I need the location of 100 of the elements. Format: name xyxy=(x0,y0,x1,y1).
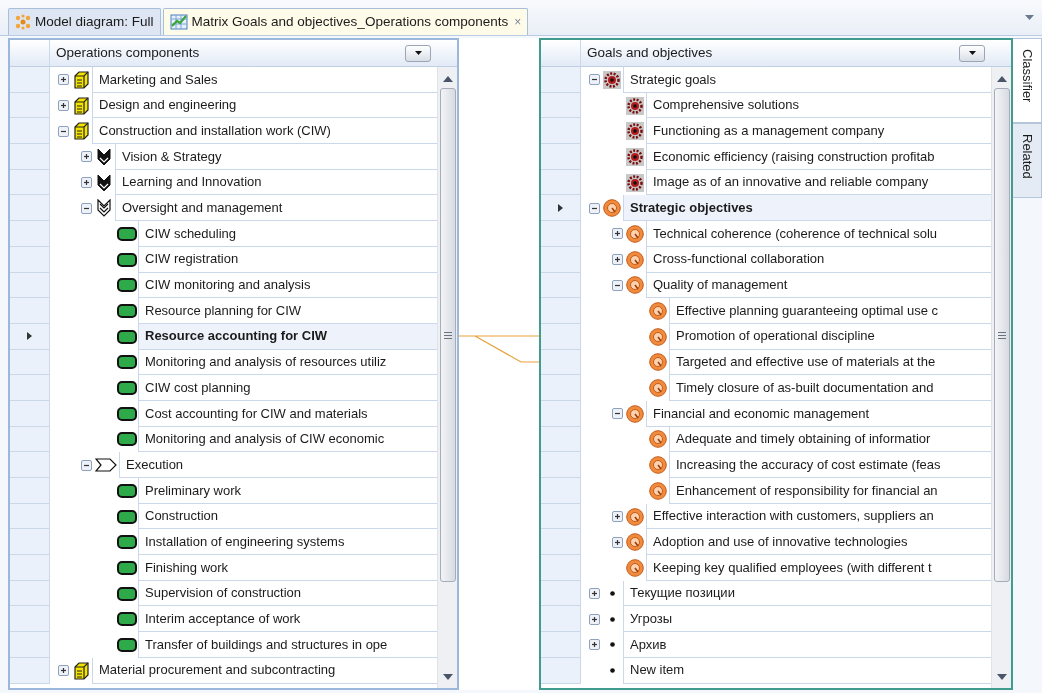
scroll-down-icon[interactable] xyxy=(996,674,1007,680)
row-header[interactable] xyxy=(10,221,50,247)
collapse-icon[interactable] xyxy=(80,202,92,214)
dropdown-button[interactable] xyxy=(959,44,985,62)
row-header[interactable] xyxy=(541,529,581,556)
row-header[interactable] xyxy=(541,400,581,427)
row-header[interactable] xyxy=(10,349,50,376)
tree-item[interactable]: CIW cost planning xyxy=(138,375,437,401)
row-header[interactable] xyxy=(541,555,581,581)
expand-icon[interactable] xyxy=(588,639,600,651)
collapse-icon[interactable] xyxy=(611,408,623,420)
tree-item[interactable]: CIW scheduling xyxy=(138,221,437,247)
row-header[interactable] xyxy=(541,657,581,684)
collapse-icon[interactable] xyxy=(588,74,600,86)
tree-item[interactable]: CIW registration xyxy=(138,246,437,273)
tree-item[interactable]: Interim acceptance of work xyxy=(138,606,437,633)
document-tab[interactable]: Model diagram: Full xyxy=(8,8,161,35)
tree-item[interactable]: Strategic objectives xyxy=(623,195,991,222)
row-header[interactable] xyxy=(541,67,581,93)
expand-icon[interactable] xyxy=(57,100,69,112)
row-header[interactable] xyxy=(10,195,50,222)
close-tab-button[interactable]: × xyxy=(514,13,522,31)
tree-item[interactable]: Design and engineering xyxy=(92,92,437,119)
row-header[interactable] xyxy=(10,298,50,324)
row-header[interactable] xyxy=(10,67,50,93)
tree-item[interactable]: Marketing and Sales xyxy=(92,67,437,93)
row-header[interactable] xyxy=(10,272,50,299)
expand-icon[interactable] xyxy=(611,254,623,266)
expand-icon[interactable] xyxy=(57,74,69,86)
row-header[interactable] xyxy=(541,632,581,658)
row-header[interactable] xyxy=(541,221,581,247)
row-header[interactable] xyxy=(10,400,50,427)
collapse-icon[interactable] xyxy=(611,279,623,291)
tree-item[interactable]: Resource accounting for CIW xyxy=(138,323,437,350)
tree-item[interactable]: Strategic goals xyxy=(623,67,991,93)
scroll-thumb[interactable] xyxy=(439,88,456,582)
tree-item[interactable]: Timely closure of as-built documentation and xyxy=(669,375,991,401)
tree-item[interactable]: Targeted and effective use of materials at the xyxy=(669,349,991,376)
tree-item[interactable]: Financial and economic management xyxy=(646,400,991,427)
row-header[interactable] xyxy=(10,246,50,273)
tree-item[interactable]: CIW monitoring and analysis xyxy=(138,272,437,299)
tree-item[interactable]: Promotion of operational discipline xyxy=(669,323,991,350)
expand-icon[interactable] xyxy=(611,511,623,523)
tree-item[interactable]: Cost accounting for CIW and materials xyxy=(138,400,437,427)
row-header[interactable] xyxy=(541,375,581,401)
row-header[interactable] xyxy=(10,452,50,478)
row-header[interactable] xyxy=(10,118,50,145)
tree-item[interactable]: Increasing the accuracy of cost estimate (feas xyxy=(669,452,991,478)
tree-item[interactable]: Comprehensive solutions xyxy=(646,92,991,119)
scroll-up-icon[interactable] xyxy=(442,76,453,82)
expand-icon[interactable] xyxy=(611,228,623,240)
tree-item[interactable]: Economic efficiency (raising construction profitab xyxy=(646,144,991,170)
expand-icon[interactable] xyxy=(588,613,600,625)
scroll-down-icon[interactable] xyxy=(442,674,453,680)
row-header[interactable] xyxy=(10,632,50,658)
tree-item[interactable]: Текущие позиции xyxy=(623,580,991,607)
tree-item[interactable]: Functioning as a management company xyxy=(646,118,991,145)
row-header[interactable] xyxy=(10,657,50,684)
row-header[interactable] xyxy=(541,246,581,273)
collapse-icon[interactable] xyxy=(80,459,92,471)
row-header[interactable] xyxy=(541,298,581,324)
row-header[interactable] xyxy=(10,426,50,453)
row-header[interactable] xyxy=(10,375,50,401)
tree-item[interactable]: Cross-functional collaboration xyxy=(646,246,991,273)
tree-item[interactable]: Finishing work xyxy=(138,555,437,581)
side-tab[interactable]: Classifier xyxy=(1013,38,1042,123)
side-tab[interactable]: Related xyxy=(1013,123,1042,198)
row-header[interactable] xyxy=(10,144,50,170)
row-header[interactable] xyxy=(10,478,50,504)
row-header[interactable] xyxy=(541,503,581,530)
tree-item[interactable]: Архив xyxy=(623,632,991,658)
row-header[interactable] xyxy=(10,529,50,556)
column-header[interactable]: Operations components xyxy=(50,40,457,66)
expand-icon[interactable] xyxy=(80,177,92,189)
row-header[interactable] xyxy=(541,323,581,350)
tree-item[interactable]: New item xyxy=(623,657,991,684)
tree-item[interactable]: Supervision of construction xyxy=(138,580,437,607)
row-header[interactable] xyxy=(541,272,581,299)
tree-item[interactable]: Oversight and management xyxy=(115,195,437,222)
tree-item[interactable]: Image as of an innovative and reliable company xyxy=(646,169,991,196)
scrollbar[interactable] xyxy=(991,67,1011,688)
tree-item[interactable]: Keeping key qualified employees (with different t xyxy=(646,555,991,581)
expand-icon[interactable] xyxy=(588,588,600,600)
row-header[interactable] xyxy=(541,426,581,453)
tree-item[interactable]: Execution xyxy=(119,452,437,478)
row-header[interactable] xyxy=(10,503,50,530)
tree-item[interactable]: Quality of management xyxy=(646,272,991,299)
document-tab[interactable]: Matrix Goals and objectives_Operations components × xyxy=(162,8,529,35)
scroll-thumb[interactable] xyxy=(993,88,1010,582)
row-header[interactable] xyxy=(10,92,50,119)
scroll-up-icon[interactable] xyxy=(996,76,1007,82)
row-header[interactable] xyxy=(541,606,581,633)
tree-item[interactable]: Transfer of buildings and structures in ope xyxy=(138,632,437,658)
tree-item[interactable]: Learning and Innovation xyxy=(115,169,437,196)
row-header[interactable] xyxy=(541,452,581,478)
row-header[interactable] xyxy=(541,478,581,504)
tree-item[interactable]: Monitoring and analysis of CIW economic xyxy=(138,426,437,453)
tree-item[interactable]: Material procurement and subcontracting xyxy=(92,657,437,684)
row-header[interactable] xyxy=(541,118,581,145)
tree-item[interactable]: Construction and installation work (CIW) xyxy=(92,118,437,145)
